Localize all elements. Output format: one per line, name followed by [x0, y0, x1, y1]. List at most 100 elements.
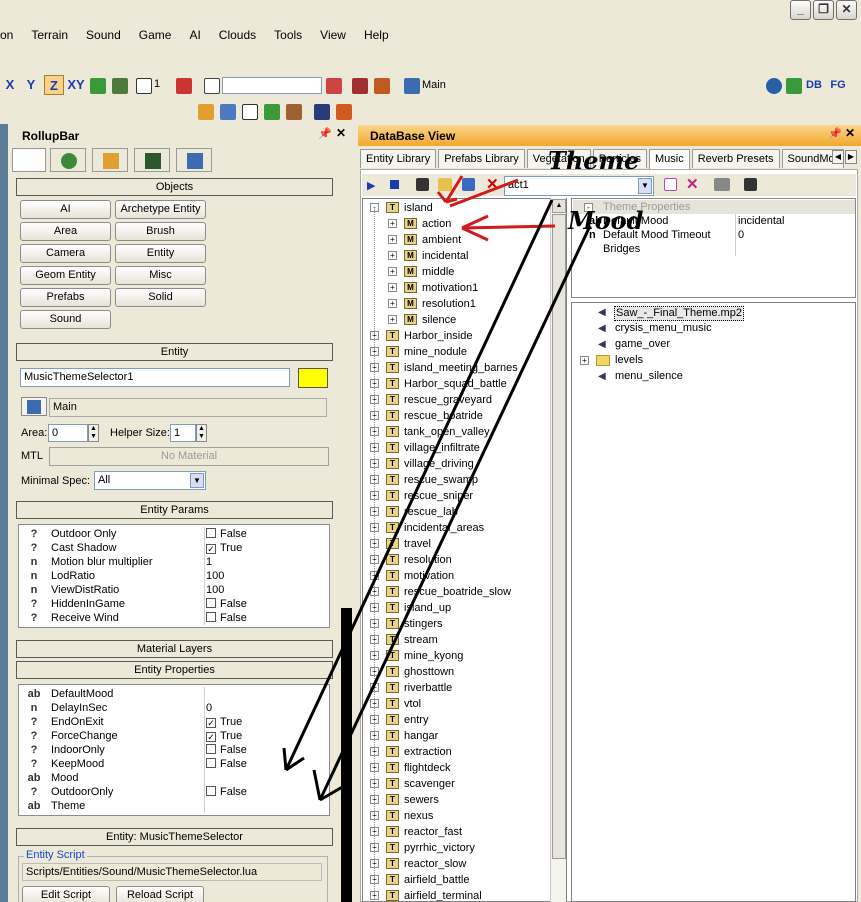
- sound-item[interactable]: ◀ Saw_-_Final_Theme.mp2: [572, 305, 842, 321]
- material-button[interactable]: No Material: [49, 447, 329, 466]
- tree-item[interactable]: + Tflightdeck: [363, 760, 553, 776]
- sound-item[interactable]: ◀ game_over: [572, 337, 842, 353]
- tree-item[interactable]: + Trescue_boatride: [363, 408, 553, 424]
- tree-item[interactable]: + Trescue_lab: [363, 504, 553, 520]
- checkbox[interactable]: [206, 612, 216, 622]
- property-value[interactable]: ✓ True: [206, 541, 242, 555]
- tab-reverb-presets[interactable]: Reverb Presets: [691, 149, 780, 168]
- menu-item-ai[interactable]: AI: [180, 28, 209, 42]
- group-icon[interactable]: [220, 104, 236, 120]
- lua-icon[interactable]: [714, 178, 730, 191]
- minimal-spec-select[interactable]: All ▼: [94, 471, 206, 490]
- object-snap-icon[interactable]: [112, 78, 128, 94]
- area-input[interactable]: 0: [48, 424, 88, 442]
- save-all-icon[interactable]: [744, 178, 757, 191]
- tree-item[interactable]: + Trescue_boatride_slow: [363, 584, 553, 600]
- checkbox[interactable]: [206, 786, 216, 796]
- tree-item[interactable]: + Treactor_slow: [363, 856, 553, 872]
- property-row[interactable]: ab Theme: [19, 799, 329, 813]
- tree-item[interactable]: - Tisland: [363, 200, 553, 216]
- area-spinner[interactable]: ▲ ▼: [88, 424, 99, 442]
- checkbox[interactable]: [206, 744, 216, 754]
- entity-color-swatch[interactable]: [298, 368, 328, 388]
- object-brush-button[interactable]: Brush: [115, 222, 206, 241]
- expand-icon[interactable]: +: [388, 251, 397, 260]
- globe-icon[interactable]: [766, 78, 782, 94]
- tree-item[interactable]: + Tnexus: [363, 808, 553, 824]
- object-ai-button[interactable]: AI: [20, 200, 111, 219]
- table-icon[interactable]: [242, 104, 258, 120]
- checkbox[interactable]: [206, 758, 216, 768]
- tree-item[interactable]: + Thangar: [363, 728, 553, 744]
- property-value[interactable]: 100: [206, 569, 224, 583]
- menu-item-tools[interactable]: Tools: [265, 28, 311, 42]
- scroll-up-arrow[interactable]: ▲: [552, 199, 566, 213]
- selection-dropdown[interactable]: [222, 77, 322, 94]
- property-row[interactable]: ab DefaultMood: [19, 687, 329, 701]
- theme-tree[interactable]: - Tisland + Maction + Mambient + Mincidental + Mm…: [362, 198, 567, 902]
- tree-item[interactable]: + Trescue_sniper: [363, 488, 553, 504]
- tree-item[interactable]: + Tpyrrhic_victory: [363, 840, 553, 856]
- layers-icon[interactable]: [404, 78, 420, 94]
- object-solid-button[interactable]: Solid: [115, 288, 206, 307]
- tree-item[interactable]: + Mmotivation1: [363, 280, 553, 296]
- property-value[interactable]: False: [206, 597, 247, 611]
- expand-icon[interactable]: +: [388, 283, 397, 292]
- tab-terrain[interactable]: [50, 148, 86, 172]
- axis-y-button[interactable]: Y: [23, 75, 39, 95]
- property-value[interactable]: 0: [206, 701, 212, 715]
- helper-size-spinner[interactable]: ▲ ▼: [196, 424, 207, 442]
- tab-modify[interactable]: [92, 148, 128, 172]
- menu-item-terrain[interactable]: Terrain: [22, 28, 77, 42]
- tabs-scroll-right[interactable]: ▶: [845, 150, 857, 164]
- expand-icon[interactable]: +: [388, 267, 397, 276]
- checkbox[interactable]: ✓: [206, 732, 216, 742]
- object-geom-entity-button[interactable]: Geom Entity: [20, 266, 111, 285]
- property-value[interactable]: 100: [206, 583, 224, 597]
- property-row[interactable]: ? KeepMood False: [19, 757, 329, 771]
- tree-item[interactable]: + Tvillage_infiltrate: [363, 440, 553, 456]
- object-prefabs-button[interactable]: Prefabs: [20, 288, 111, 307]
- align-icon[interactable]: [264, 104, 280, 120]
- tree-item[interactable]: + Tmine_kyong: [363, 648, 553, 664]
- object-area-button[interactable]: Area: [20, 222, 111, 241]
- property-value[interactable]: False: [206, 743, 247, 757]
- sound-item[interactable]: + levels: [572, 353, 842, 369]
- property-value[interactable]: ✓ True: [206, 729, 242, 743]
- sound-item[interactable]: ◀ menu_silence: [572, 369, 842, 385]
- tree-item[interactable]: + Msilence: [363, 312, 553, 328]
- ai-figure-icon[interactable]: [786, 78, 802, 94]
- physics-icon[interactable]: [286, 104, 302, 120]
- tree-item[interactable]: + Mambient: [363, 232, 553, 248]
- tree-item[interactable]: + Ttank_open_valley: [363, 424, 553, 440]
- tree-item[interactable]: + Mincidental: [363, 248, 553, 264]
- tree-item[interactable]: + Triverbattle: [363, 680, 553, 696]
- tree-item[interactable]: + Textraction: [363, 744, 553, 760]
- tree-item[interactable]: + Mmiddle: [363, 264, 553, 280]
- helper-size-input[interactable]: 1: [170, 424, 196, 442]
- menu-item-sound[interactable]: Sound: [77, 28, 130, 42]
- tree-item[interactable]: + Tscavenger: [363, 776, 553, 792]
- sound-list[interactable]: ◀ Saw_-_Final_Theme.mp2 ◀ crysis_menu_music…: [571, 302, 856, 902]
- property-value[interactable]: False: [206, 611, 247, 625]
- property-value[interactable]: 1: [206, 555, 212, 569]
- tree-item[interactable]: + Tghosttown: [363, 664, 553, 680]
- act-select[interactable]: act1 ▼: [504, 176, 654, 196]
- angle-snap-icon[interactable]: [176, 78, 192, 94]
- expand-icon[interactable]: +: [388, 299, 397, 308]
- add-theme-icon[interactable]: [664, 178, 677, 191]
- object-entity-button[interactable]: Entity: [115, 244, 206, 263]
- property-row[interactable]: ? Receive Wind False: [19, 611, 329, 625]
- tree-item[interactable]: + Tstingers: [363, 616, 553, 632]
- play-icon[interactable]: ▶: [367, 179, 375, 192]
- tree-item[interactable]: + Maction: [363, 216, 553, 232]
- layer-button[interactable]: [21, 397, 47, 416]
- edit-script-button[interactable]: Edit Script: [22, 886, 110, 902]
- property-row[interactable]: n ViewDistRatio 100: [19, 583, 329, 597]
- object-misc-button[interactable]: Misc: [115, 266, 206, 285]
- restore-button[interactable]: ❐: [813, 0, 834, 20]
- tab-music[interactable]: Music: [648, 149, 690, 170]
- tab-display[interactable]: [134, 148, 170, 172]
- sound-item[interactable]: ◀ crysis_menu_music: [572, 321, 842, 337]
- open-folder-icon[interactable]: [438, 178, 452, 191]
